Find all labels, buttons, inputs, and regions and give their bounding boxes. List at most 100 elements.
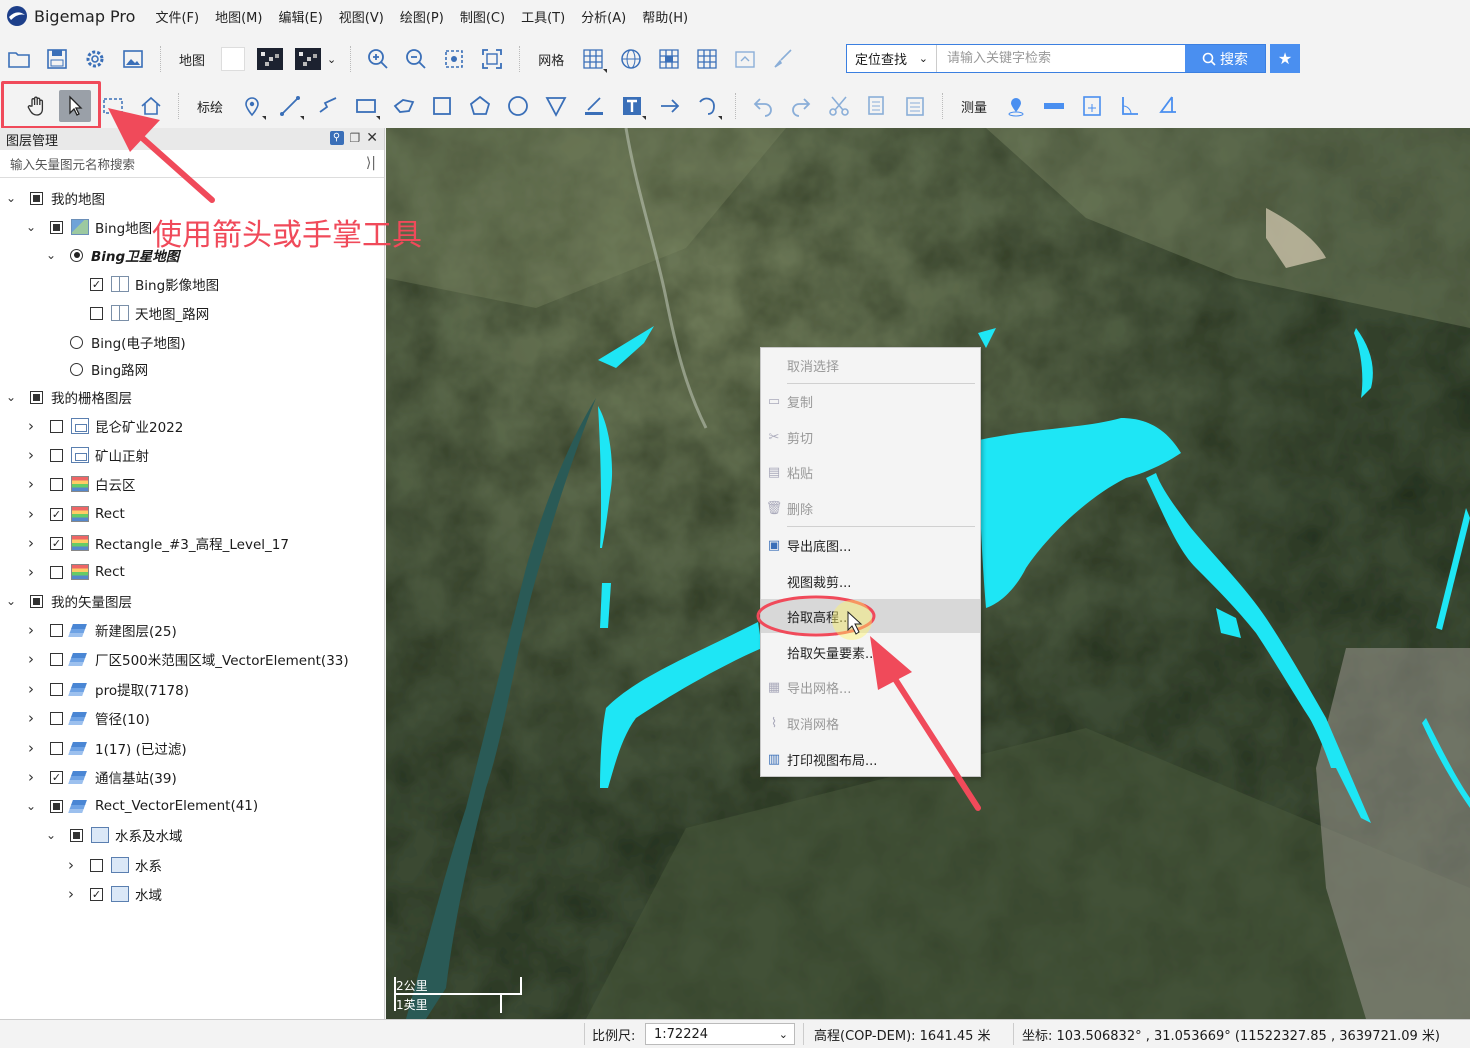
search-input[interactable]: [937, 45, 1185, 72]
layer-tree-row[interactable]: ⌄ 我的地图: [0, 184, 105, 212]
menu-draw[interactable]: 绘图(P): [398, 5, 446, 28]
menu-file[interactable]: 文件(F): [153, 5, 201, 28]
layer-checkbox[interactable]: [30, 191, 43, 205]
clear-grid-button[interactable]: [767, 43, 799, 75]
context-menu-item[interactable]: 取消选择: [761, 348, 980, 382]
layer-checkbox[interactable]: [50, 477, 63, 491]
chevron-down-icon[interactable]: ⌄: [327, 53, 336, 66]
chevron-right-icon[interactable]: ›: [24, 768, 38, 786]
layer-tree-row[interactable]: › Rectangle_#3_高程_Level_17: [0, 529, 289, 557]
menu-analysis[interactable]: 分析(A): [579, 5, 628, 28]
chevron-right-icon[interactable]: ›: [24, 650, 38, 668]
draw-measure-line-button[interactable]: [578, 90, 610, 122]
layer-tree-row[interactable]: 天地图_路网: [0, 299, 209, 327]
context-menu-item[interactable]: 🗑 删除: [761, 491, 980, 525]
copy-button[interactable]: [861, 90, 893, 122]
layer-tree-row[interactable]: › 白云区: [0, 470, 136, 498]
chevron-right-icon[interactable]: ›: [24, 446, 38, 464]
menu-tools[interactable]: 工具(T): [519, 5, 567, 28]
layer-tree-row[interactable]: ⌄ 我的矢量图层: [0, 587, 132, 615]
layer-tree-row[interactable]: › 水域: [0, 880, 162, 908]
context-menu-item[interactable]: ▥ 打印视图布局...: [761, 742, 980, 776]
chevron-right-icon[interactable]: ›: [64, 856, 78, 874]
save-button[interactable]: [41, 43, 73, 75]
context-menu-item[interactable]: ▦ 导出网格...: [761, 670, 980, 704]
draw-curve-button[interactable]: [692, 90, 724, 122]
chevron-down-icon[interactable]: ⌄: [24, 799, 38, 813]
context-menu-item[interactable]: ✂ 剪切: [761, 420, 980, 454]
layer-radio[interactable]: [70, 335, 83, 349]
layer-checkbox[interactable]: [90, 887, 103, 901]
search-button[interactable]: 搜索: [1185, 45, 1265, 72]
draw-rectangle-button[interactable]: [350, 90, 382, 122]
layer-checkbox[interactable]: [50, 741, 63, 755]
draw-line-button[interactable]: [274, 90, 306, 122]
draw-circle-button[interactable]: [502, 90, 534, 122]
chevron-right-icon[interactable]: ›: [24, 475, 38, 493]
layer-checkbox[interactable]: [50, 770, 63, 784]
context-menu-item[interactable]: 视图裁剪...: [761, 564, 980, 598]
context-menu-item[interactable]: ▤ 粘贴: [761, 455, 980, 489]
measure-point-button[interactable]: [1000, 90, 1032, 122]
chevron-down-icon[interactable]: ⌄: [4, 191, 18, 205]
layer-tree-row[interactable]: › 管径(10): [0, 704, 150, 732]
context-menu-item[interactable]: 拾取矢量要素...: [761, 635, 980, 669]
context-menu-item[interactable]: 拾取高程...: [761, 599, 980, 633]
layer-checkbox[interactable]: [50, 565, 63, 579]
layer-checkbox[interactable]: [30, 390, 43, 404]
layer-checkbox[interactable]: [50, 682, 63, 696]
layer-tree-row[interactable]: ⌄ 水系及水域: [0, 821, 183, 849]
draw-pentagon-button[interactable]: [464, 90, 496, 122]
standard-grid-button[interactable]: [691, 43, 723, 75]
layer-radio[interactable]: [70, 248, 83, 262]
scale-dropdown[interactable]: 1:72224 ⌄: [645, 1023, 795, 1045]
layer-checkbox[interactable]: [50, 536, 63, 550]
layer-tree-row[interactable]: Bing(电子地图): [0, 328, 186, 356]
layer-checkbox[interactable]: [70, 828, 83, 842]
layer-checkbox[interactable]: [50, 711, 63, 725]
measure-azimuth-button[interactable]: [1152, 90, 1184, 122]
basemap-thumbnail-2[interactable]: [295, 48, 322, 70]
layer-checkbox[interactable]: [50, 448, 63, 462]
redo-button[interactable]: [785, 90, 817, 122]
layer-tree-row[interactable]: › Rect: [0, 558, 125, 586]
layer-tree-row[interactable]: › 新建图层(25): [0, 616, 177, 644]
layer-search-field[interactable]: 输入矢量图元名称搜索 ⟩|: [0, 150, 384, 178]
layer-tree-row[interactable]: › 1(17) (已过滤): [0, 734, 187, 762]
layer-tree-row[interactable]: › 通信基站(39): [0, 763, 177, 791]
chevron-down-icon[interactable]: ⌄: [44, 248, 58, 262]
open-folder-button[interactable]: [3, 43, 35, 75]
favorites-button[interactable]: ★: [1270, 44, 1300, 73]
layer-radio[interactable]: [70, 362, 83, 376]
menu-view[interactable]: 视图(V): [337, 5, 386, 28]
measure-angle-button[interactable]: [1114, 90, 1146, 122]
menu-help[interactable]: 帮助(H): [640, 5, 690, 28]
chevron-right-icon[interactable]: ›: [24, 505, 38, 523]
context-menu-item[interactable]: ▭ 复制: [761, 384, 980, 418]
layer-tree-row[interactable]: Bing路网: [0, 355, 148, 383]
layer-tree-row[interactable]: ⌄ Bing地图: [0, 213, 152, 241]
layer-tree-row[interactable]: › 厂区500米范围区域_VectorElement(33): [0, 645, 349, 673]
paste-button[interactable]: [899, 90, 931, 122]
context-menu-item[interactable]: ▣ 导出底图...: [761, 528, 980, 562]
draw-arrow-button[interactable]: [654, 90, 686, 122]
lonlat-grid-button[interactable]: [615, 43, 647, 75]
layer-tree-row[interactable]: Bing影像地图: [0, 270, 219, 298]
layer-checkbox[interactable]: [90, 277, 103, 291]
cut-button[interactable]: [823, 90, 855, 122]
measure-area-button[interactable]: [1076, 90, 1108, 122]
layer-checkbox[interactable]: [50, 220, 63, 234]
layer-tree-row[interactable]: › pro提取(7178): [0, 675, 189, 703]
close-icon[interactable]: ✕: [366, 130, 378, 146]
search-mode-dropdown[interactable]: 定位查找 ⌄: [847, 45, 937, 72]
image-button[interactable]: [117, 43, 149, 75]
zoom-in-button[interactable]: [362, 43, 394, 75]
chevron-down-icon[interactable]: ⌄: [4, 390, 18, 404]
layer-checkbox[interactable]: [50, 799, 63, 813]
layer-checkbox[interactable]: [50, 507, 63, 521]
layer-checkbox[interactable]: [50, 652, 63, 666]
restore-icon[interactable]: ❐: [350, 131, 361, 145]
draw-marker-button[interactable]: [236, 90, 268, 122]
layer-checkbox[interactable]: [50, 419, 63, 433]
layer-checkbox[interactable]: [90, 858, 103, 872]
